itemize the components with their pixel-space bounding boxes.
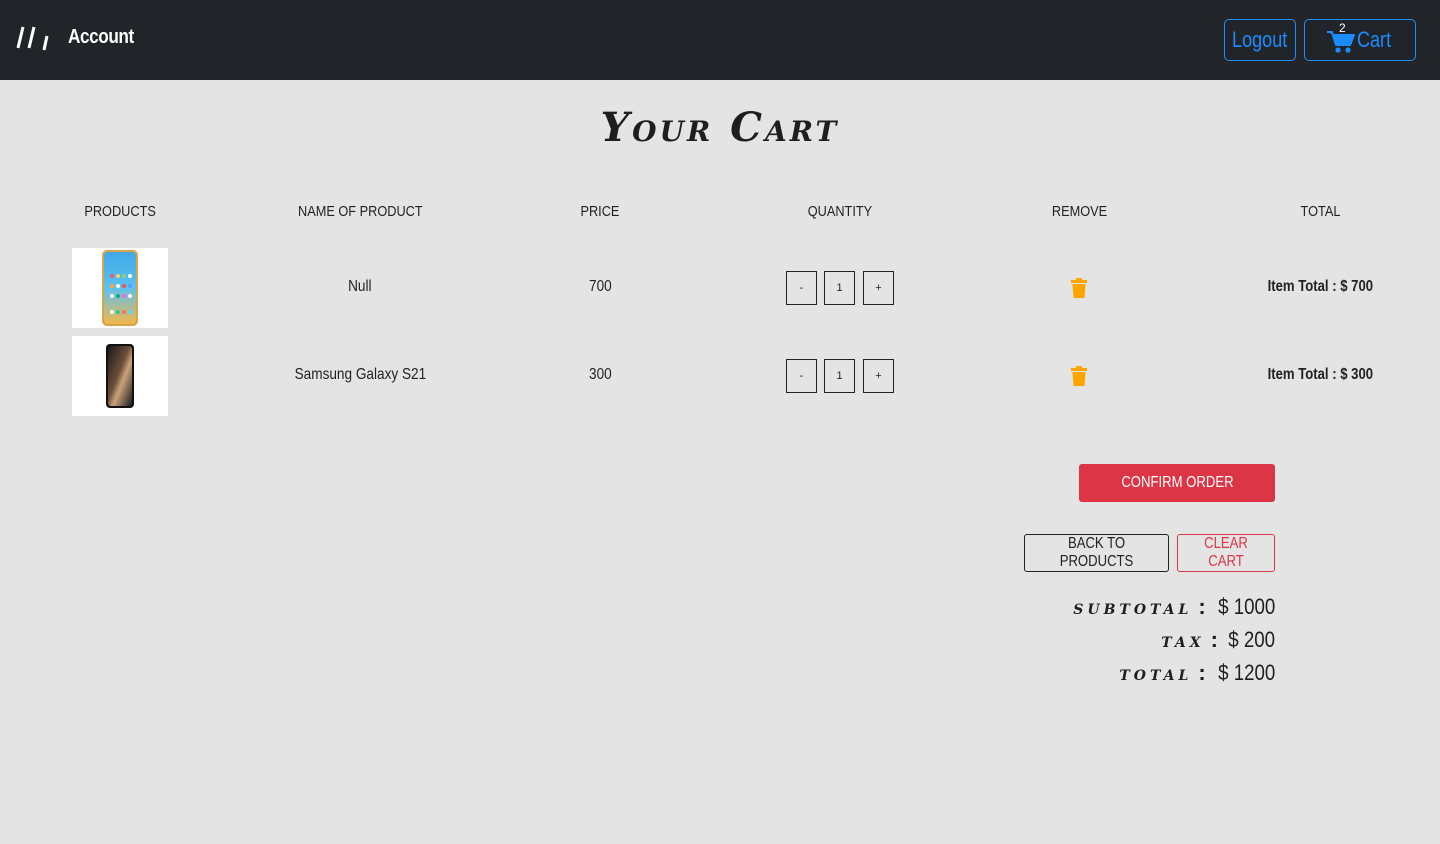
product-name: Null xyxy=(348,278,372,295)
header-remove: REMOVE xyxy=(1052,203,1108,220)
product-image xyxy=(72,248,168,328)
product-image xyxy=(72,336,168,416)
subtotal-label: subtotal xyxy=(1073,595,1193,619)
tax-line: tax: $ 200 xyxy=(875,627,1275,653)
back-to-products-button[interactable]: BACK TO PRODUCTS xyxy=(1024,534,1169,572)
cart-item-row: Samsung Galaxy S21 300 - 1 + Item Total … xyxy=(0,336,1440,416)
item-total: Item Total : $ 700 xyxy=(1267,278,1373,295)
cart-button[interactable]: 2 Cart xyxy=(1304,19,1416,61)
logout-button[interactable]: Logout xyxy=(1224,19,1296,61)
total-value: $ 1200 xyxy=(1217,660,1275,685)
increment-button[interactable]: + xyxy=(863,359,894,393)
logout-button-label: Logout xyxy=(1232,27,1288,52)
nav-account-link[interactable]: Account xyxy=(68,26,134,49)
header-price: PRICE xyxy=(580,203,620,220)
confirm-order-button[interactable]: CONFIRM ORDER xyxy=(1079,464,1275,502)
cart-item-row: Null 700 - 1 + Item Total : $ 700 xyxy=(0,248,1440,328)
header-quantity: QUANTITY xyxy=(807,203,873,220)
decrement-button[interactable]: - xyxy=(786,359,817,393)
trash-icon[interactable] xyxy=(1070,366,1088,386)
slashes-logo-icon[interactable] xyxy=(16,24,50,52)
item-total: Item Total : $ 300 xyxy=(1267,366,1373,383)
tax-label: tax xyxy=(1161,628,1205,652)
cart-button-label: Cart xyxy=(1357,27,1392,52)
tax-value: $ 200 xyxy=(1228,627,1275,652)
back-to-products-label: BACK TO PRODUCTS xyxy=(1059,535,1134,570)
smartphone-dark-screen-image xyxy=(106,344,134,408)
total-line: total: $ 1200 xyxy=(875,660,1275,686)
header-products: PRODUCTS xyxy=(84,203,156,220)
page-title: Your Cart xyxy=(600,104,840,151)
product-price: 700 xyxy=(588,278,612,295)
tax-separator: : xyxy=(1210,627,1218,652)
confirm-order-label: CONFIRM ORDER xyxy=(1120,474,1234,491)
quantity-value: 1 xyxy=(824,271,855,305)
decrement-button[interactable]: - xyxy=(786,271,817,305)
smartphone-colorful-screen-image xyxy=(102,250,138,326)
quantity-value: 1 xyxy=(824,359,855,393)
cart-count-badge: 2 xyxy=(1339,21,1346,35)
increment-button[interactable]: + xyxy=(863,271,894,305)
total-label: total xyxy=(1119,661,1193,685)
product-price: 300 xyxy=(588,366,612,383)
subtotal-separator: : xyxy=(1198,594,1206,619)
subtotal-line: subtotal: $ 1000 xyxy=(875,594,1275,620)
product-name: Samsung Galaxy S21 xyxy=(294,366,426,383)
total-separator: : xyxy=(1198,660,1206,685)
header-product-name: NAME OF PRODUCT xyxy=(297,203,423,220)
clear-cart-label: CLEAR CART xyxy=(1204,535,1248,570)
navbar: Account Logout 2 Cart xyxy=(0,0,1440,80)
trash-icon[interactable] xyxy=(1070,278,1088,298)
header-total: TOTAL xyxy=(1300,203,1340,220)
clear-cart-button[interactable]: CLEAR CART xyxy=(1177,534,1275,572)
subtotal-value: $ 1000 xyxy=(1217,594,1275,619)
